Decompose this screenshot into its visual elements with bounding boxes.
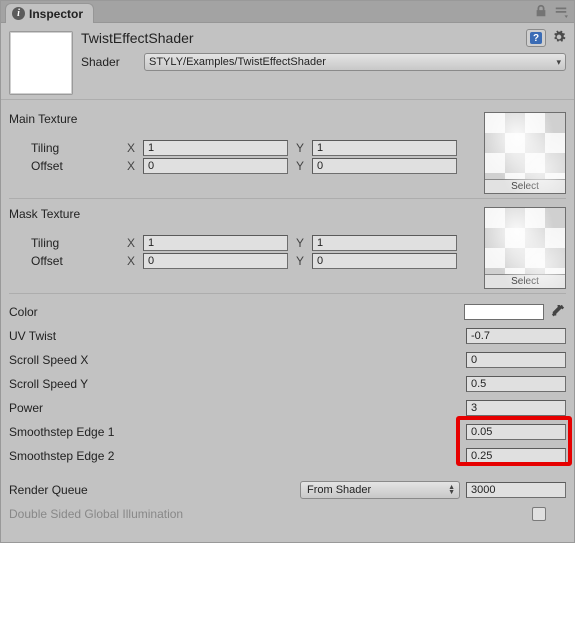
smoothstep1-label: Smoothstep Edge 1 (9, 425, 460, 439)
main-texture-select-button[interactable]: Select (485, 179, 565, 193)
render-queue-label: Render Queue (9, 483, 294, 497)
main-texture-slot[interactable]: Select (484, 112, 566, 194)
mask-texture-slot[interactable]: Select (484, 207, 566, 289)
scroll-x-field[interactable]: 0 (466, 352, 566, 368)
y-label: Y (292, 254, 308, 268)
dsgi-checkbox[interactable] (532, 507, 546, 521)
mask-offset-y[interactable]: 0 (312, 253, 457, 269)
smoothstep2-label: Smoothstep Edge 2 (9, 449, 460, 463)
shader-row-label: Shader (81, 55, 136, 69)
power-field[interactable]: 3 (466, 400, 566, 416)
main-offset-x[interactable]: 0 (143, 158, 288, 174)
mask-tiling-y[interactable]: 1 (312, 235, 457, 251)
tiling-label: Tiling (31, 236, 119, 250)
shader-dropdown-value: STYLY/Examples/TwistEffectShader (149, 56, 326, 68)
main-tiling-x[interactable]: 1 (143, 140, 288, 156)
main-offset-y[interactable]: 0 (312, 158, 457, 174)
x-label: X (123, 254, 139, 268)
material-preview[interactable] (9, 31, 73, 95)
color-label: Color (9, 305, 458, 319)
power-label: Power (9, 401, 460, 415)
tab-title: Inspector (29, 7, 83, 21)
scroll-y-field[interactable]: 0.5 (466, 376, 566, 392)
info-icon: i (12, 7, 25, 20)
help-button[interactable]: ? (526, 29, 546, 47)
x-label: X (123, 159, 139, 173)
eyedropper-icon[interactable] (550, 304, 566, 320)
y-label: Y (292, 159, 308, 173)
offset-label: Offset (31, 159, 119, 173)
uv-twist-label: UV Twist (9, 329, 460, 343)
render-queue-dropdown[interactable]: From Shader ▲▼ (300, 481, 460, 499)
inspector-tab[interactable]: i Inspector (5, 3, 94, 23)
x-label: X (123, 236, 139, 250)
updown-icon: ▲▼ (448, 485, 455, 495)
help-icon: ? (530, 32, 542, 44)
scroll-y-label: Scroll Speed Y (9, 377, 460, 391)
settings-gear-icon[interactable] (552, 30, 566, 47)
render-queue-mode: From Shader (307, 484, 371, 496)
main-tiling-y[interactable]: 1 (312, 140, 457, 156)
mask-texture-label: Mask Texture (9, 207, 476, 221)
y-label: Y (292, 141, 308, 155)
render-queue-value[interactable]: 3000 (466, 482, 566, 498)
y-label: Y (292, 236, 308, 250)
mask-offset-x[interactable]: 0 (143, 253, 288, 269)
color-field[interactable] (464, 304, 544, 320)
main-texture-label: Main Texture (9, 112, 476, 126)
tiling-label: Tiling (31, 141, 119, 155)
panel-menu-icon[interactable] (554, 4, 568, 18)
smoothstep1-field[interactable]: 0.05 (466, 424, 566, 440)
mask-texture-select-button[interactable]: Select (485, 274, 565, 288)
chevron-down-icon: ▾ (556, 57, 561, 68)
dsgi-label: Double Sided Global Illumination (9, 507, 526, 521)
offset-label: Offset (31, 254, 119, 268)
scroll-x-label: Scroll Speed X (9, 353, 460, 367)
uv-twist-field[interactable]: -0.7 (466, 328, 566, 344)
lock-icon[interactable] (534, 4, 548, 18)
shader-dropdown[interactable]: STYLY/Examples/TwistEffectShader ▾ (144, 53, 566, 71)
x-label: X (123, 141, 139, 155)
material-name: TwistEffectShader (81, 30, 194, 46)
smoothstep2-field[interactable]: 0.25 (466, 448, 566, 464)
mask-tiling-x[interactable]: 1 (143, 235, 288, 251)
